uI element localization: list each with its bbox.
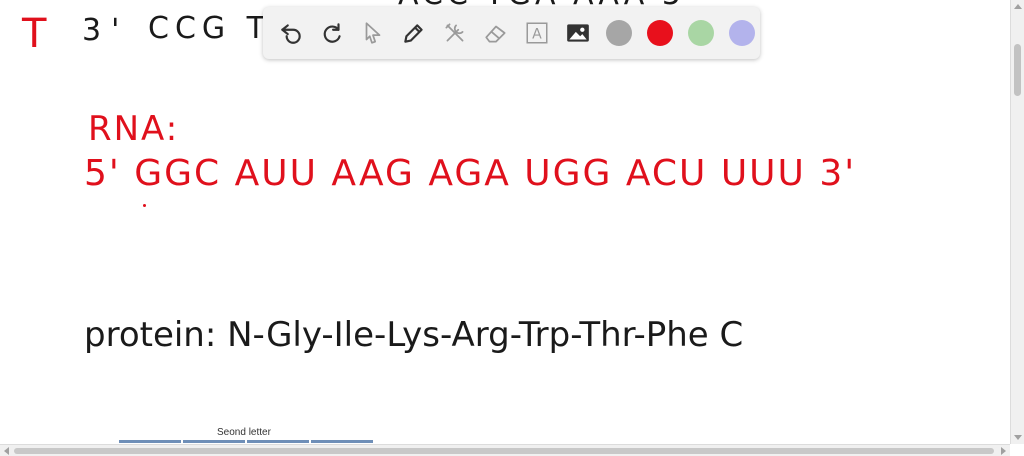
undo-button[interactable] xyxy=(275,17,307,49)
drawing-canvas[interactable]: T 3' CCG TA ACC TGA AAA 5 RNA: 5' GGC AU… xyxy=(0,0,1010,456)
pointer-icon xyxy=(365,22,381,44)
tab-marker[interactable] xyxy=(119,440,181,443)
protein-sequence: protein: N-Gly-Ile-Lys-Arg-Trp-Thr-Phe C xyxy=(84,315,744,355)
color-swatch-green[interactable] xyxy=(688,20,714,46)
tab-marker[interactable] xyxy=(311,440,373,443)
eraser-button[interactable] xyxy=(480,17,512,49)
drawing-toolbar: A xyxy=(263,7,760,59)
strand-letter: T xyxy=(22,11,47,57)
redo-icon xyxy=(323,23,341,43)
tools-icon xyxy=(445,23,464,42)
scroll-right-icon[interactable] xyxy=(1001,447,1006,455)
ink-dot xyxy=(143,204,146,207)
color-swatch-gray[interactable] xyxy=(606,20,632,46)
tab-marker[interactable] xyxy=(183,440,245,443)
tools-button[interactable] xyxy=(439,17,471,49)
image-button[interactable] xyxy=(562,17,594,49)
rna-label: RNA: xyxy=(88,109,180,149)
redo-button[interactable] xyxy=(316,17,348,49)
eraser-icon xyxy=(485,25,506,43)
horizontal-scroll-thumb[interactable] xyxy=(14,448,994,454)
vertical-scrollbar[interactable] xyxy=(1010,0,1024,444)
scroll-up-icon[interactable] xyxy=(1014,4,1022,9)
pointer-button[interactable] xyxy=(357,17,389,49)
scroll-left-icon[interactable] xyxy=(4,447,9,455)
pen-button[interactable] xyxy=(398,17,430,49)
horizontal-scrollbar[interactable] xyxy=(0,444,1010,456)
scroll-down-icon[interactable] xyxy=(1014,435,1022,440)
tab-marker[interactable] xyxy=(247,440,309,443)
rna-sequence: 5' GGC AUU AAG AGA UGG ACU UUU 3' xyxy=(84,153,857,194)
text-icon: A xyxy=(526,22,548,44)
prime-label: 3' xyxy=(82,13,130,48)
undo-icon xyxy=(281,24,301,44)
pen-icon xyxy=(404,24,423,43)
vertical-scroll-thumb[interactable] xyxy=(1014,44,1021,96)
text-icon-glyph: A xyxy=(532,26,542,42)
image-icon xyxy=(567,24,589,42)
color-swatch-lavender[interactable] xyxy=(729,20,755,46)
color-swatch-red[interactable] xyxy=(647,20,673,46)
second-letter-caption: Seond letter xyxy=(217,427,271,438)
text-button[interactable]: A xyxy=(521,17,553,49)
page-tabs xyxy=(119,440,373,443)
